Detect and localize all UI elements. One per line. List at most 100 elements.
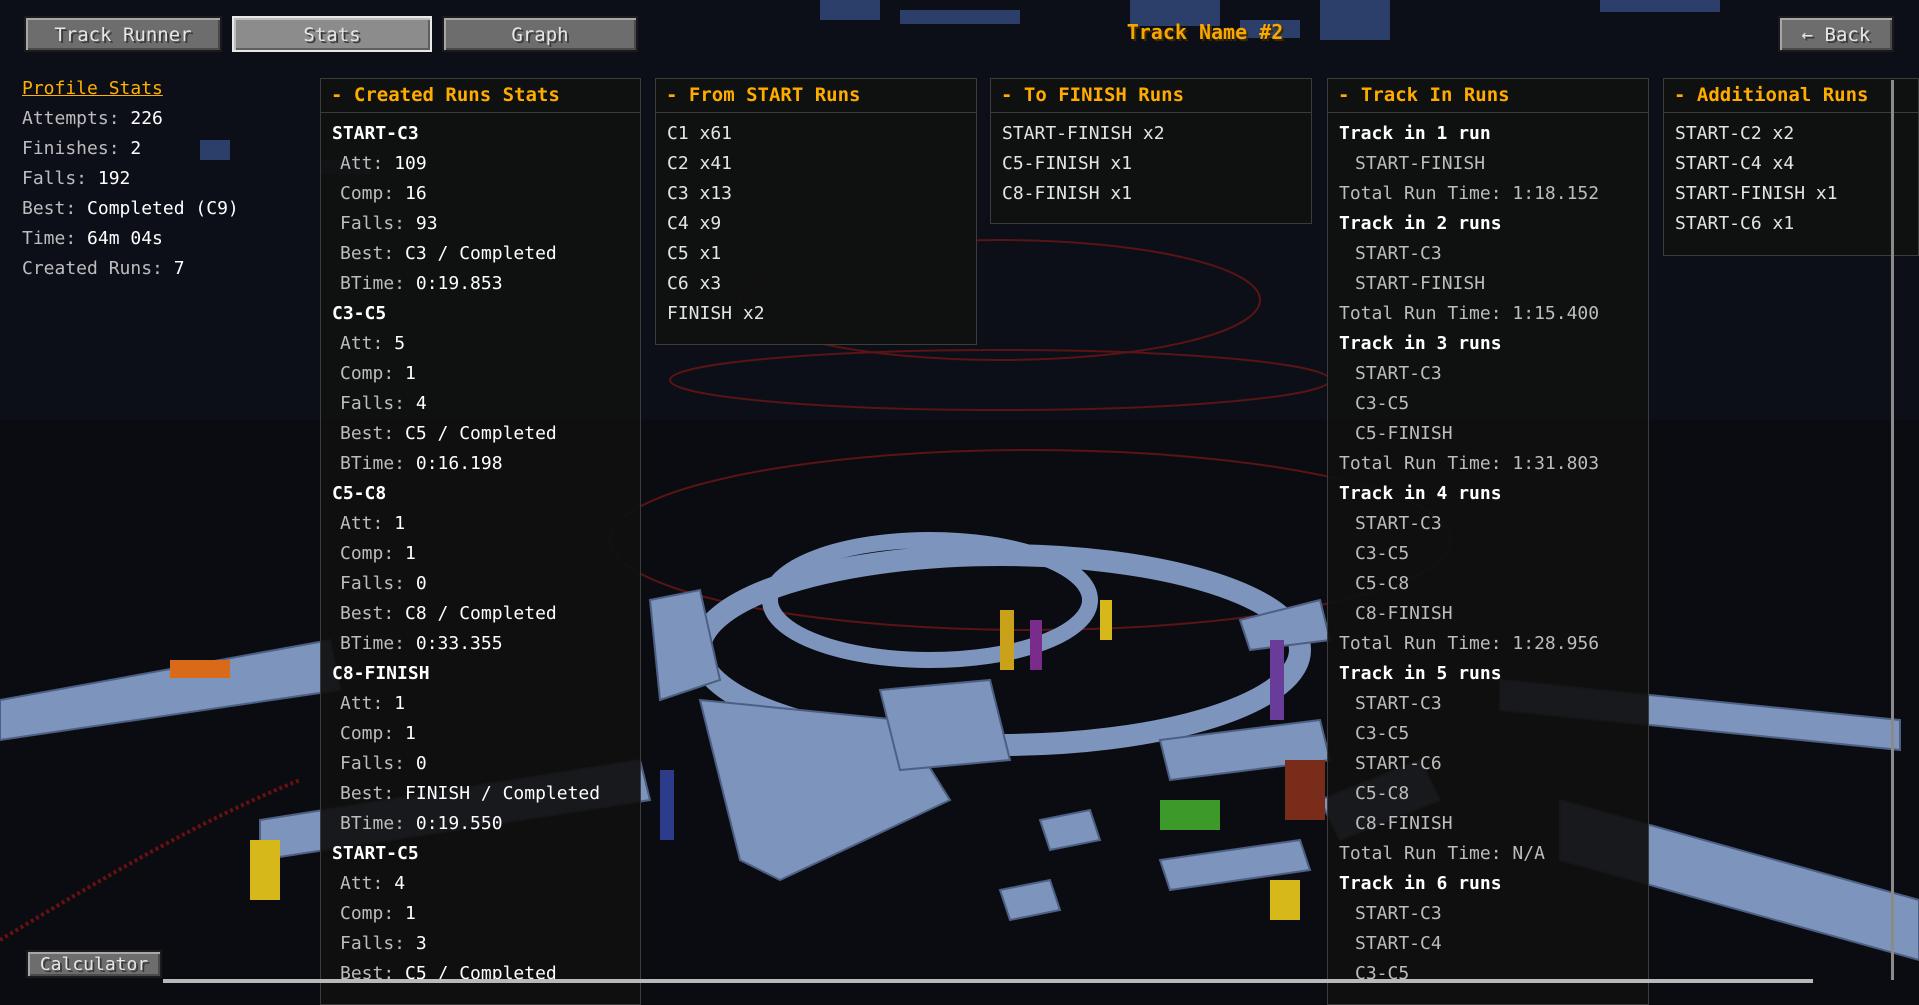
run-stat: Comp: 1 xyxy=(332,539,640,569)
stat-value: C5 / Completed xyxy=(405,423,557,444)
horizontal-scrollbar-thumb[interactable] xyxy=(163,979,1813,983)
run-stat: Comp: 16 xyxy=(332,179,640,209)
additional-runs-panel[interactable]: - Additional Runs START-C2 x2 START-C4 x… xyxy=(1663,78,1919,256)
list-item: C6 x3 xyxy=(667,273,722,294)
profile-value: 2 xyxy=(130,138,142,159)
from-start-panel[interactable]: - From START Runs C1 x61 C2 x41 C3 x13 C… xyxy=(655,78,977,345)
stat-label: BTime: xyxy=(340,273,416,294)
stat-label: Att: xyxy=(340,333,395,354)
run-stat: BTime: 0:33.355 xyxy=(332,629,640,659)
profile-label: Attempts: xyxy=(22,108,131,129)
stat-value: 0 xyxy=(415,753,427,774)
run-stat: Att: 1 xyxy=(332,689,640,719)
profile-label: Created Runs: xyxy=(22,258,174,279)
total-run-time: Total Run Time: N/A xyxy=(1339,843,1545,864)
graph-tab[interactable]: Graph xyxy=(442,16,638,52)
profile-row: Attempts: 226 xyxy=(22,104,239,134)
additional-runs-header[interactable]: - Additional Runs xyxy=(1664,79,1918,113)
stats-tab[interactable]: Stats xyxy=(232,16,432,52)
stat-label: Falls: xyxy=(340,573,416,594)
run-stat: BTime: 0:19.550 xyxy=(332,809,640,839)
track-segment: START-FINISH xyxy=(1355,153,1486,174)
stat-label: Falls: xyxy=(340,213,416,234)
stat-value: 3 xyxy=(415,933,427,954)
to-finish-list: START-FINISH x2 C5-FINISH x1 C8-FINISH x… xyxy=(991,113,1311,209)
stat-value: 1 xyxy=(394,513,406,534)
stat-value: 1 xyxy=(405,723,416,744)
stat-label: Best: xyxy=(340,783,406,804)
run-stat: Att: 109 xyxy=(332,149,640,179)
to-finish-panel[interactable]: - To FINISH Runs START-FINISH x2 C5-FINI… xyxy=(990,78,1312,224)
profile-row: Time: 64m 04s xyxy=(22,224,239,254)
run-stat: Falls: 93 xyxy=(332,209,640,239)
list-item: C8-FINISH x1 xyxy=(1002,183,1133,204)
stat-label: Falls: xyxy=(340,753,416,774)
run-name: START-C3 xyxy=(332,123,419,144)
track-segment: C5-C8 xyxy=(1355,783,1410,804)
vertical-scrollbar-thumb[interactable] xyxy=(1891,80,1894,980)
track-in-runs-panel[interactable]: - Track In Runs Track in 1 run START-FIN… xyxy=(1327,78,1649,1005)
stat-value: 4 xyxy=(394,873,406,894)
stat-value: 0:33.355 xyxy=(415,633,503,654)
stat-label: Comp: xyxy=(340,723,406,744)
created-runs-panel[interactable]: - Created Runs Stats START-C3 Att: 109 C… xyxy=(320,78,641,1005)
list-item: START-FINISH x2 xyxy=(1002,123,1165,144)
track-segment: START-C3 xyxy=(1355,243,1442,264)
horizontal-scrollbar[interactable] xyxy=(163,979,1813,983)
run-stat: Falls: 4 xyxy=(332,389,640,419)
run-stat: BTime: 0:16.198 xyxy=(332,449,640,479)
back-button[interactable]: ← Back xyxy=(1778,16,1894,52)
track-segment: START-C3 xyxy=(1355,513,1442,534)
stat-value: FINISH / Completed xyxy=(405,783,601,804)
track-runner-tab[interactable]: Track Runner xyxy=(24,16,222,52)
track-in-runs-list: Track in 1 run START-FINISH Total Run Ti… xyxy=(1328,113,1648,989)
track-group-title: Track in 1 run xyxy=(1339,123,1491,144)
calculator-button[interactable]: Calculator xyxy=(26,950,162,978)
stat-value: 1 xyxy=(394,693,406,714)
vertical-scrollbar[interactable] xyxy=(1891,80,1894,980)
profile-row: Finishes: 2 xyxy=(22,134,239,164)
run-name: START-C5 xyxy=(332,843,419,864)
track-segment: C3-C5 xyxy=(1355,963,1410,984)
track-group-title: Track in 2 runs xyxy=(1339,213,1502,234)
profile-label: Time: xyxy=(22,228,88,249)
profile-value: 64m 04s xyxy=(87,228,163,249)
stat-value: 1 xyxy=(405,543,416,564)
run-stat: Comp: 1 xyxy=(332,719,640,749)
created-runs-list: START-C3 Att: 109 Comp: 16 Falls: 93 Bes… xyxy=(321,113,640,989)
list-item: C3 x13 xyxy=(667,183,733,204)
track-segment: C3-C5 xyxy=(1355,393,1410,414)
track-segment: START-C3 xyxy=(1355,363,1442,384)
profile-stats-header[interactable]: Profile Stats xyxy=(22,74,239,104)
profile-value: 226 xyxy=(130,108,163,129)
run-stat: Best: C3 / Completed xyxy=(332,239,640,269)
run-stat: Best: C5 / Completed xyxy=(332,419,640,449)
track-segment: START-C4 xyxy=(1355,933,1442,954)
stat-label: Comp: xyxy=(340,363,406,384)
track-segment: C5-C8 xyxy=(1355,573,1410,594)
track-group-title: Track in 6 runs xyxy=(1339,873,1502,894)
profile-value: 192 xyxy=(97,168,131,189)
stat-label: Falls: xyxy=(340,393,416,414)
stat-label: Comp: xyxy=(340,183,406,204)
list-item: C5-FINISH x1 xyxy=(1002,153,1133,174)
list-item: START-C6 x1 xyxy=(1675,213,1795,234)
profile-row: Best: Completed (C9) xyxy=(22,194,239,224)
stat-value: 0:19.550 xyxy=(415,813,503,834)
track-segment: START-C3 xyxy=(1355,693,1442,714)
created-runs-header[interactable]: - Created Runs Stats xyxy=(321,79,640,113)
stat-value: 0:16.198 xyxy=(415,453,503,474)
track-segment: C5-FINISH xyxy=(1355,423,1453,444)
stat-value: 16 xyxy=(405,183,427,204)
profile-row: Created Runs: 7 xyxy=(22,254,239,284)
from-start-header[interactable]: - From START Runs xyxy=(656,79,976,113)
stat-label: Att: xyxy=(340,873,395,894)
to-finish-header[interactable]: - To FINISH Runs xyxy=(991,79,1311,113)
run-stat: Att: 5 xyxy=(332,329,640,359)
track-in-runs-header[interactable]: - Track In Runs xyxy=(1328,79,1648,113)
track-segment: C3-C5 xyxy=(1355,723,1410,744)
track-segment: C8-FINISH xyxy=(1355,813,1453,834)
track-segment: START-C3 xyxy=(1355,903,1442,924)
stat-value: 1 xyxy=(405,903,416,924)
stat-label: Falls: xyxy=(340,933,416,954)
